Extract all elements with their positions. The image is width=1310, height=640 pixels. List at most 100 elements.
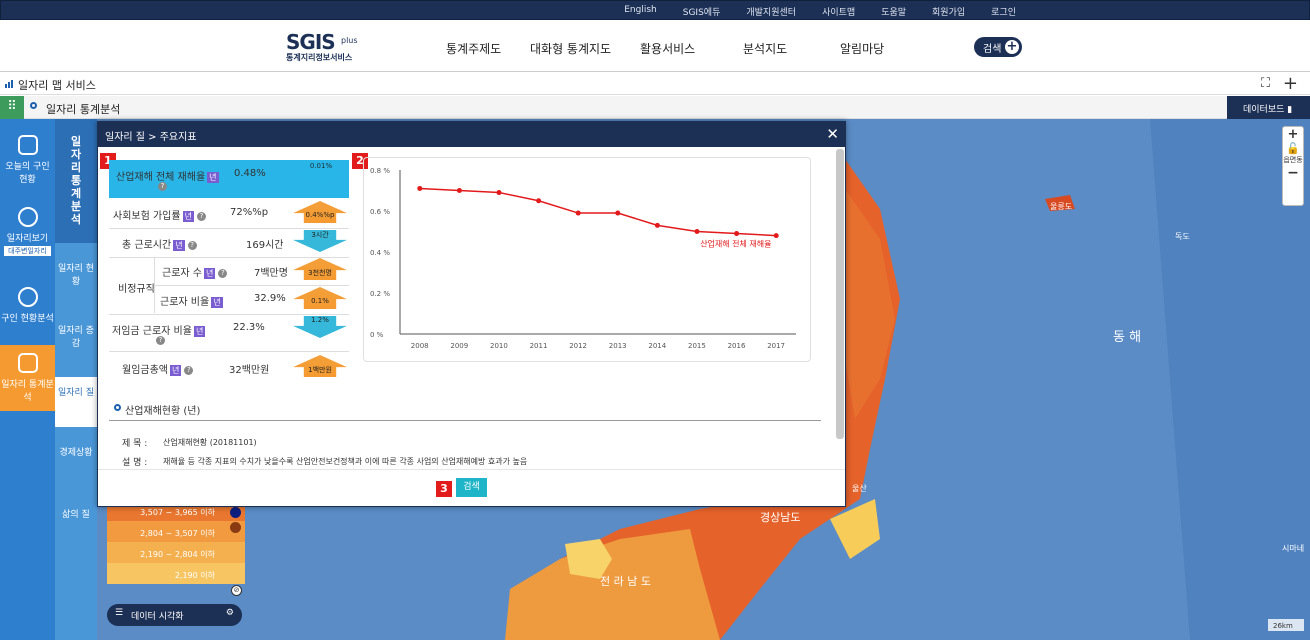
indicator-label[interactable]: 산업재해 전체 재해율 년 xyxy=(116,168,219,183)
divider xyxy=(98,469,845,470)
x-tick-label: 2010 xyxy=(490,342,508,350)
top-link[interactable]: 도움말 xyxy=(868,5,919,18)
color-dot[interactable] xyxy=(230,522,241,533)
databoard-label: 데이터보드 xyxy=(1243,105,1285,115)
dialog-header: 일자리 질 > 주요지표 ✕ xyxy=(98,122,845,147)
data-point xyxy=(496,190,502,196)
submenu-item-active[interactable]: 일자리 질 xyxy=(55,377,97,427)
indicator-label[interactable]: 월임금총액 년? xyxy=(122,361,194,376)
indicator-label[interactable]: 사회보험 가입률 년? xyxy=(113,207,206,222)
sidebar-item-today[interactable]: 오늘의 구인 현황 xyxy=(0,127,55,199)
x-tick-label: 2009 xyxy=(450,342,468,350)
y-tick-label: 0.2 % xyxy=(370,290,390,298)
step-badge: 3 xyxy=(436,481,452,497)
y-tick-label: 0.6 % xyxy=(370,208,390,216)
help-icon[interactable]: ? xyxy=(156,336,165,345)
series-line xyxy=(419,187,777,237)
divider xyxy=(109,314,349,315)
title-bar: 일자리 맵 서비스 ⛶ + xyxy=(0,73,1310,95)
bar-chart-icon: ▮ xyxy=(1287,105,1293,115)
indicator-label[interactable]: 저임금 근로자 비율 년 xyxy=(112,322,206,337)
search-label: 검색 xyxy=(983,44,1002,55)
fullscreen-icon[interactable]: ⛶ xyxy=(1261,76,1270,91)
x-tick-label: 2013 xyxy=(609,342,627,350)
zoom-out-icon[interactable]: − xyxy=(1283,165,1303,181)
indicator-value: 32.9% xyxy=(254,293,286,304)
data-point xyxy=(694,229,700,234)
divider xyxy=(109,420,821,421)
x-tick-label: 2012 xyxy=(569,342,587,350)
delta-up-arrow: 3천천명 xyxy=(293,258,347,280)
indicator-label[interactable]: 근로자 수 년? xyxy=(162,264,228,279)
submenu-item[interactable]: 일자리 증감 xyxy=(55,323,97,349)
scrollbar[interactable] xyxy=(836,149,844,439)
nav-item[interactable]: 활용서비스 xyxy=(640,40,695,57)
databoard-button[interactable]: 데이터보드 ▮ xyxy=(1227,96,1310,119)
sidebar-item-stats[interactable]: 일자리 통계분석 xyxy=(0,345,55,411)
lock-icon[interactable]: 🔓 xyxy=(1283,142,1303,155)
data-visualization-button[interactable]: 데이터 시각화 ☰ ⚙ xyxy=(107,604,242,626)
series-label: 산업재해 전체 재해율 xyxy=(700,239,771,249)
top-link[interactable]: 사이트맵 xyxy=(809,5,868,18)
search-person-icon xyxy=(17,287,38,307)
logo-plus: plus xyxy=(341,36,358,45)
nav-item[interactable]: 분석지도 xyxy=(743,40,787,57)
dialog-title: 일자리 질 > 주요지표 xyxy=(105,132,197,143)
indicator-value: 22.3% xyxy=(233,322,265,333)
map-mode-label[interactable]: 읍면동 xyxy=(1283,155,1303,165)
x-tick-label: 2008 xyxy=(411,342,429,350)
x-tick-label: 2015 xyxy=(688,342,706,350)
indicator-value: 72%%p xyxy=(230,207,269,218)
top-link[interactable]: English xyxy=(611,5,670,18)
indicator-label[interactable]: 총 근로시간 년? xyxy=(122,236,197,251)
person-pin-icon xyxy=(17,207,38,227)
grid-menu-icon[interactable]: ⠿ xyxy=(0,96,24,119)
y-tick-label: 0 % xyxy=(370,331,384,339)
clear-icon[interactable]: ⊘ xyxy=(231,585,242,596)
nav-item[interactable]: 알림마당 xyxy=(840,40,884,57)
color-dot[interactable] xyxy=(230,507,241,518)
legend: 3,507 ~ 3,965 이하 2,804 ~ 3,507 이하 2,190 … xyxy=(107,500,245,630)
top-link[interactable]: 로그인 xyxy=(978,5,1029,18)
search-button[interactable]: 검색 + xyxy=(974,37,1022,57)
indicator-value: 169시간 xyxy=(246,240,284,251)
y-tick-label: 0.4 % xyxy=(370,249,390,257)
submenu-item[interactable]: 경제상황 xyxy=(55,445,97,458)
nav-item[interactable]: 통계주제도 xyxy=(446,40,501,57)
search-button[interactable]: 검색 xyxy=(456,478,487,497)
map-label: 울산 xyxy=(852,483,867,493)
help-icon[interactable]: ? xyxy=(158,182,167,191)
close-icon[interactable]: ✕ xyxy=(826,125,839,143)
logo-subtitle: 통계지리정보서비스 xyxy=(286,53,353,62)
divider xyxy=(109,228,349,229)
info-title: 산업재해현황 (년) xyxy=(125,406,201,417)
nav-item[interactable]: 대화형 통계지도 xyxy=(530,40,611,57)
delta-down-arrow: 1.2% xyxy=(293,316,347,338)
top-link[interactable]: 개발지원센터 xyxy=(733,5,809,18)
chart-icon xyxy=(5,80,13,88)
zoom-in-icon[interactable]: + xyxy=(1283,127,1303,142)
top-links: English SGIS에듀 개발지원센터 사이트맵 도움말 회원가입 로그인 xyxy=(611,5,1029,18)
indicator-label[interactable]: 근로자 비율 년 xyxy=(160,293,223,308)
submenu-item[interactable]: 일자리 현황 xyxy=(55,261,97,287)
data-point xyxy=(417,185,423,191)
page-title: 일자리 맵 서비스 xyxy=(18,79,96,92)
sidebar-item-analysis[interactable]: 구인 현황분석 xyxy=(0,279,55,351)
y-tick-label: 0.8 % xyxy=(370,167,390,175)
sidebar-label: 일자리 통계분석 xyxy=(1,380,54,403)
map-label: 울릉도 xyxy=(1050,202,1072,211)
sgis-logo[interactable]: SGIS plus 통계지리정보서비스 xyxy=(286,30,366,63)
submenu-item[interactable]: 삶의 질 xyxy=(55,507,97,520)
info-value: 재해율 등 각종 지표의 수치가 낮을수록 산업안전보건정책과 이에 따른 각종… xyxy=(163,457,528,466)
indicator-value: 7백만명 xyxy=(254,268,288,279)
sub-bar: ⠿ 일자리 통계분석 데이터보드 ▮ xyxy=(0,96,1310,119)
sidebar-sub-label[interactable]: 대주변일자리 xyxy=(4,246,51,256)
divider xyxy=(109,351,349,352)
data-point xyxy=(773,233,779,239)
building-icon xyxy=(17,135,38,155)
group-label: 비정규직 xyxy=(118,284,155,295)
top-link[interactable]: SGIS에듀 xyxy=(670,5,734,18)
plus-icon[interactable]: + xyxy=(1283,73,1298,94)
sidebar-item-jobs[interactable]: 일자리보기 대주변일자리 xyxy=(0,199,55,271)
top-link[interactable]: 회원가입 xyxy=(919,5,978,18)
